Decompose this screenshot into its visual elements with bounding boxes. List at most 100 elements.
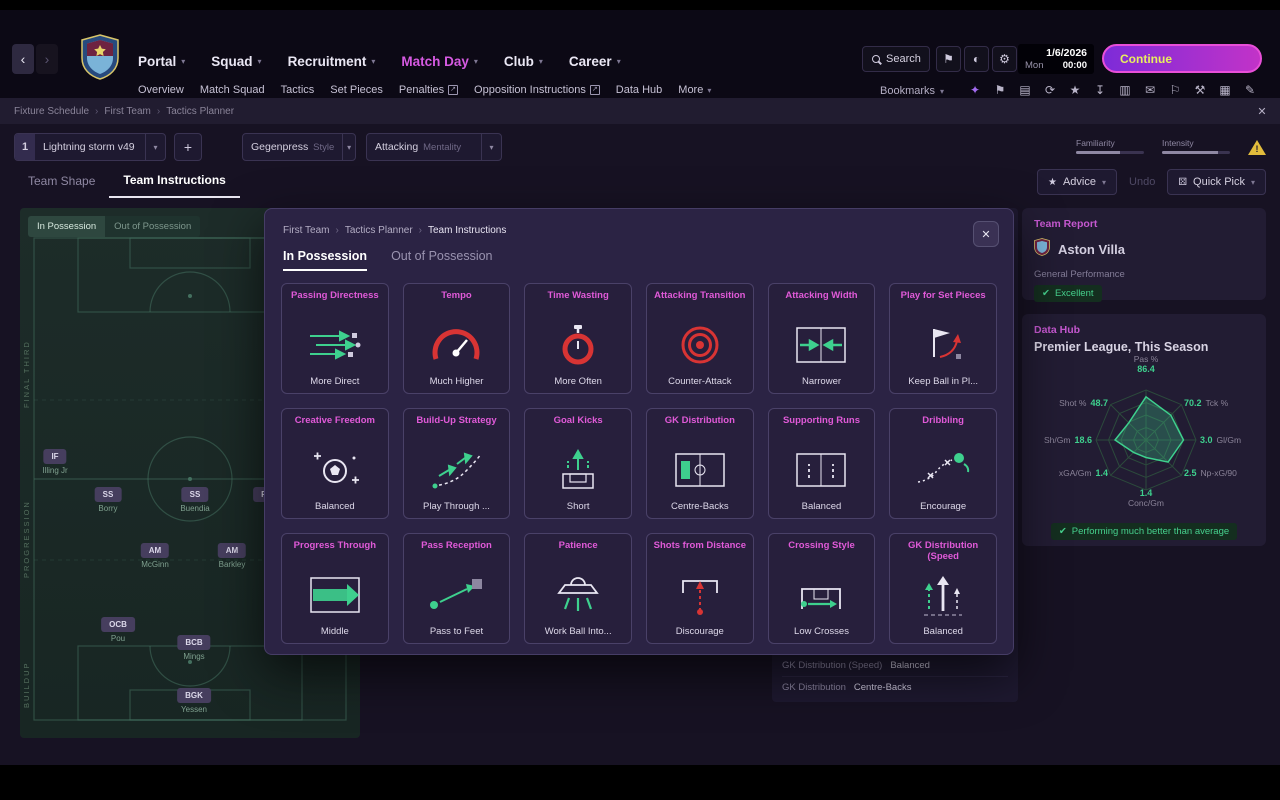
player-token[interactable]: BCB Mings	[177, 632, 211, 661]
style-select[interactable]: Gegenpress Style ▾	[242, 133, 356, 161]
card-value: Much Higher	[429, 376, 484, 387]
add-tactic-button[interactable]: +	[174, 133, 202, 161]
card-title: Goal Kicks	[553, 415, 603, 426]
breadcrumb-fixture-schedule[interactable]: Fixture Schedule	[14, 106, 89, 117]
bookmark-button[interactable]: ⚑	[936, 46, 961, 72]
tab-team-instructions[interactable]: Team Instructions	[109, 166, 240, 198]
progress-through-icon	[304, 563, 366, 626]
social-icon[interactable]: ✦	[968, 83, 982, 97]
subnav-tactics[interactable]: Tactics	[281, 84, 315, 96]
instruction-card-attacking-transition[interactable]: Attacking Transition Counter-Attack	[645, 283, 754, 394]
nav-item-portal[interactable]: Portal ▾	[138, 54, 185, 69]
player-token[interactable]: IF Illing Jr	[42, 446, 68, 475]
data-hub-panel: Data Hub Premier League, This Season Pas…	[1022, 314, 1266, 546]
competition-icon[interactable]: ★	[1068, 83, 1082, 97]
subnav-data-hub[interactable]: Data Hub	[616, 84, 662, 96]
instruction-card-progress-through[interactable]: Progress Through Middle	[281, 533, 389, 644]
calendar-icon[interactable]: ▦	[1218, 83, 1232, 97]
subnav-more[interactable]: More ▾	[678, 84, 711, 96]
instruction-card-build-up-strategy[interactable]: Build-Up Strategy Play Through ...	[402, 408, 511, 519]
instruction-card-supporting-runs[interactable]: Supporting Runs Balanced	[767, 408, 876, 519]
nav-item-recruitment[interactable]: Recruitment ▾	[288, 54, 376, 69]
refresh-icon[interactable]: ⟳	[1043, 83, 1057, 97]
instruction-card-patience[interactable]: Patience Work Ball Into...	[524, 533, 632, 644]
search-button[interactable]: Search	[862, 46, 930, 72]
breadcrumb-first-team[interactable]: First Team	[104, 106, 151, 117]
card-title: Pass Reception	[421, 540, 492, 551]
player-token[interactable]: AM McGinn	[140, 540, 170, 569]
card-title: Tempo	[441, 290, 472, 301]
modal-crumb-tactics-planner[interactable]: Tactics Planner	[345, 225, 413, 236]
breadcrumb-tactics-planner[interactable]: Tactics Planner	[166, 106, 234, 117]
undo-button[interactable]: Undo	[1129, 176, 1155, 188]
subnav-opposition-instructions[interactable]: Opposition Instructions ↗	[474, 84, 600, 96]
card-value: Keep Ball in Pl...	[908, 376, 979, 387]
tab-team-shape[interactable]: Team Shape	[14, 167, 109, 197]
tactic-select[interactable]: 1 Lightning storm v49 ▾	[14, 133, 166, 161]
bookmarks-menu[interactable]: Bookmarks ▾	[880, 85, 944, 97]
instruction-card-goal-kicks[interactable]: Goal Kicks Short	[524, 408, 632, 519]
player-token[interactable]: SS Borry	[94, 484, 122, 513]
instruction-card-crossing-style[interactable]: Crossing Style Low Crosses	[767, 533, 876, 644]
goal-kicks-icon	[547, 438, 609, 501]
list-item[interactable]: GK Distribution Centre-Backs	[782, 676, 1008, 698]
instruction-card-dribbling[interactable]: Dribbling Encourage	[889, 408, 997, 519]
zone-label-buildup: BUILDUP	[22, 661, 31, 708]
player-token[interactable]: AM Barkley	[217, 540, 247, 569]
instruction-card-attacking-width[interactable]: Attacking Width Narrower	[767, 283, 876, 394]
continue-button[interactable]: Continue	[1102, 44, 1262, 73]
instruction-card-shots-from-distance[interactable]: Shots from Distance Discourage	[645, 533, 754, 644]
advice-button[interactable]: ★ Advice ▾	[1037, 169, 1118, 195]
instruction-card-play-for-set-pieces[interactable]: Play for Set Pieces Keep Ball in Pl...	[889, 283, 997, 394]
modal-tab-in-possession[interactable]: In Possession	[283, 249, 368, 271]
pitch-tab-in-possession[interactable]: In Possession	[28, 216, 106, 237]
modal-crumb-first-team[interactable]: First Team	[283, 225, 330, 236]
mentality-select[interactable]: Attacking Mentality ▾	[366, 133, 502, 161]
instruction-card-tempo[interactable]: Tempo Much Higher	[402, 283, 511, 394]
nav-item-squad[interactable]: Squad ▾	[211, 54, 261, 69]
subnav-overview[interactable]: Overview	[138, 84, 184, 96]
nav-label: Match Day	[401, 54, 469, 69]
instruction-card-gk-distribution-speed[interactable]: GK Distribution (Speed Balanced	[889, 533, 997, 644]
close-icon[interactable]: ✕	[1252, 101, 1272, 121]
player-token[interactable]: SS Buendia	[180, 484, 210, 513]
supporting-runs-icon	[790, 438, 852, 501]
training-icon[interactable]: ⚒	[1193, 83, 1207, 97]
nav-item-career[interactable]: Career ▾	[569, 54, 621, 69]
history-forward-button[interactable]: ›	[36, 44, 58, 74]
card-value: More Often	[554, 376, 602, 387]
data-hub-badge: ✔ Performing much better than average	[1050, 523, 1238, 540]
inbox-icon[interactable]: ✉	[1143, 83, 1157, 97]
club-link[interactable]: Aston Villa	[1034, 238, 1254, 261]
club-crest-icon[interactable]	[80, 34, 120, 85]
player-token[interactable]: BGK Yessen	[177, 685, 211, 714]
transfer-icon[interactable]: ↧	[1093, 83, 1107, 97]
subnav-match-squad[interactable]: Match Squad	[200, 84, 265, 96]
instruction-card-pass-reception[interactable]: Pass Reception Pass to Feet	[402, 533, 511, 644]
nav-item-club[interactable]: Club ▾	[504, 54, 543, 69]
report-icon[interactable]: ▥	[1118, 83, 1132, 97]
subnav-set-pieces[interactable]: Set Pieces	[330, 84, 383, 96]
stat-xga-gm: xGA/Gm 1.4	[1058, 468, 1108, 478]
stat-sh-gm: Sh/Gm 18.6	[1044, 435, 1092, 445]
card-title: Passing Directness	[291, 290, 379, 301]
squad-icon[interactable]: ▤	[1018, 83, 1032, 97]
instruction-card-passing-directness[interactable]: Passing Directness More Direct	[281, 283, 389, 394]
player-token[interactable]: OCB Pou	[101, 614, 135, 643]
history-back-button[interactable]: ‹	[12, 44, 34, 74]
instruction-card-time-wasting[interactable]: Time Wasting More Often	[524, 283, 632, 394]
club-icon[interactable]: ⚑	[993, 83, 1007, 97]
tactics-icon[interactable]: ⚐	[1168, 83, 1182, 97]
settings-button[interactable]: ⚙	[992, 46, 1017, 72]
quick-pick-button[interactable]: ⚄ Quick Pick ▾	[1167, 169, 1266, 195]
nav-item-match-day[interactable]: Match Day ▾	[401, 54, 478, 69]
instruction-card-creative-freedom[interactable]: Creative Freedom Balanced	[281, 408, 389, 519]
list-item[interactable]: GK Distribution (Speed) Balanced	[782, 654, 1008, 676]
display-mode-button[interactable]: ◐	[964, 46, 989, 72]
modal-close-button[interactable]: ✕	[973, 221, 999, 247]
modal-tab-out-of-possession[interactable]: Out of Possession	[391, 249, 492, 271]
notes-icon[interactable]: ✎	[1243, 83, 1257, 97]
pitch-tab-out-of-possession[interactable]: Out of Possession	[105, 216, 200, 237]
instruction-card-gk-distribution[interactable]: GK Distribution Centre-Backs	[645, 408, 754, 519]
subnav-penalties[interactable]: Penalties ↗	[399, 84, 459, 96]
